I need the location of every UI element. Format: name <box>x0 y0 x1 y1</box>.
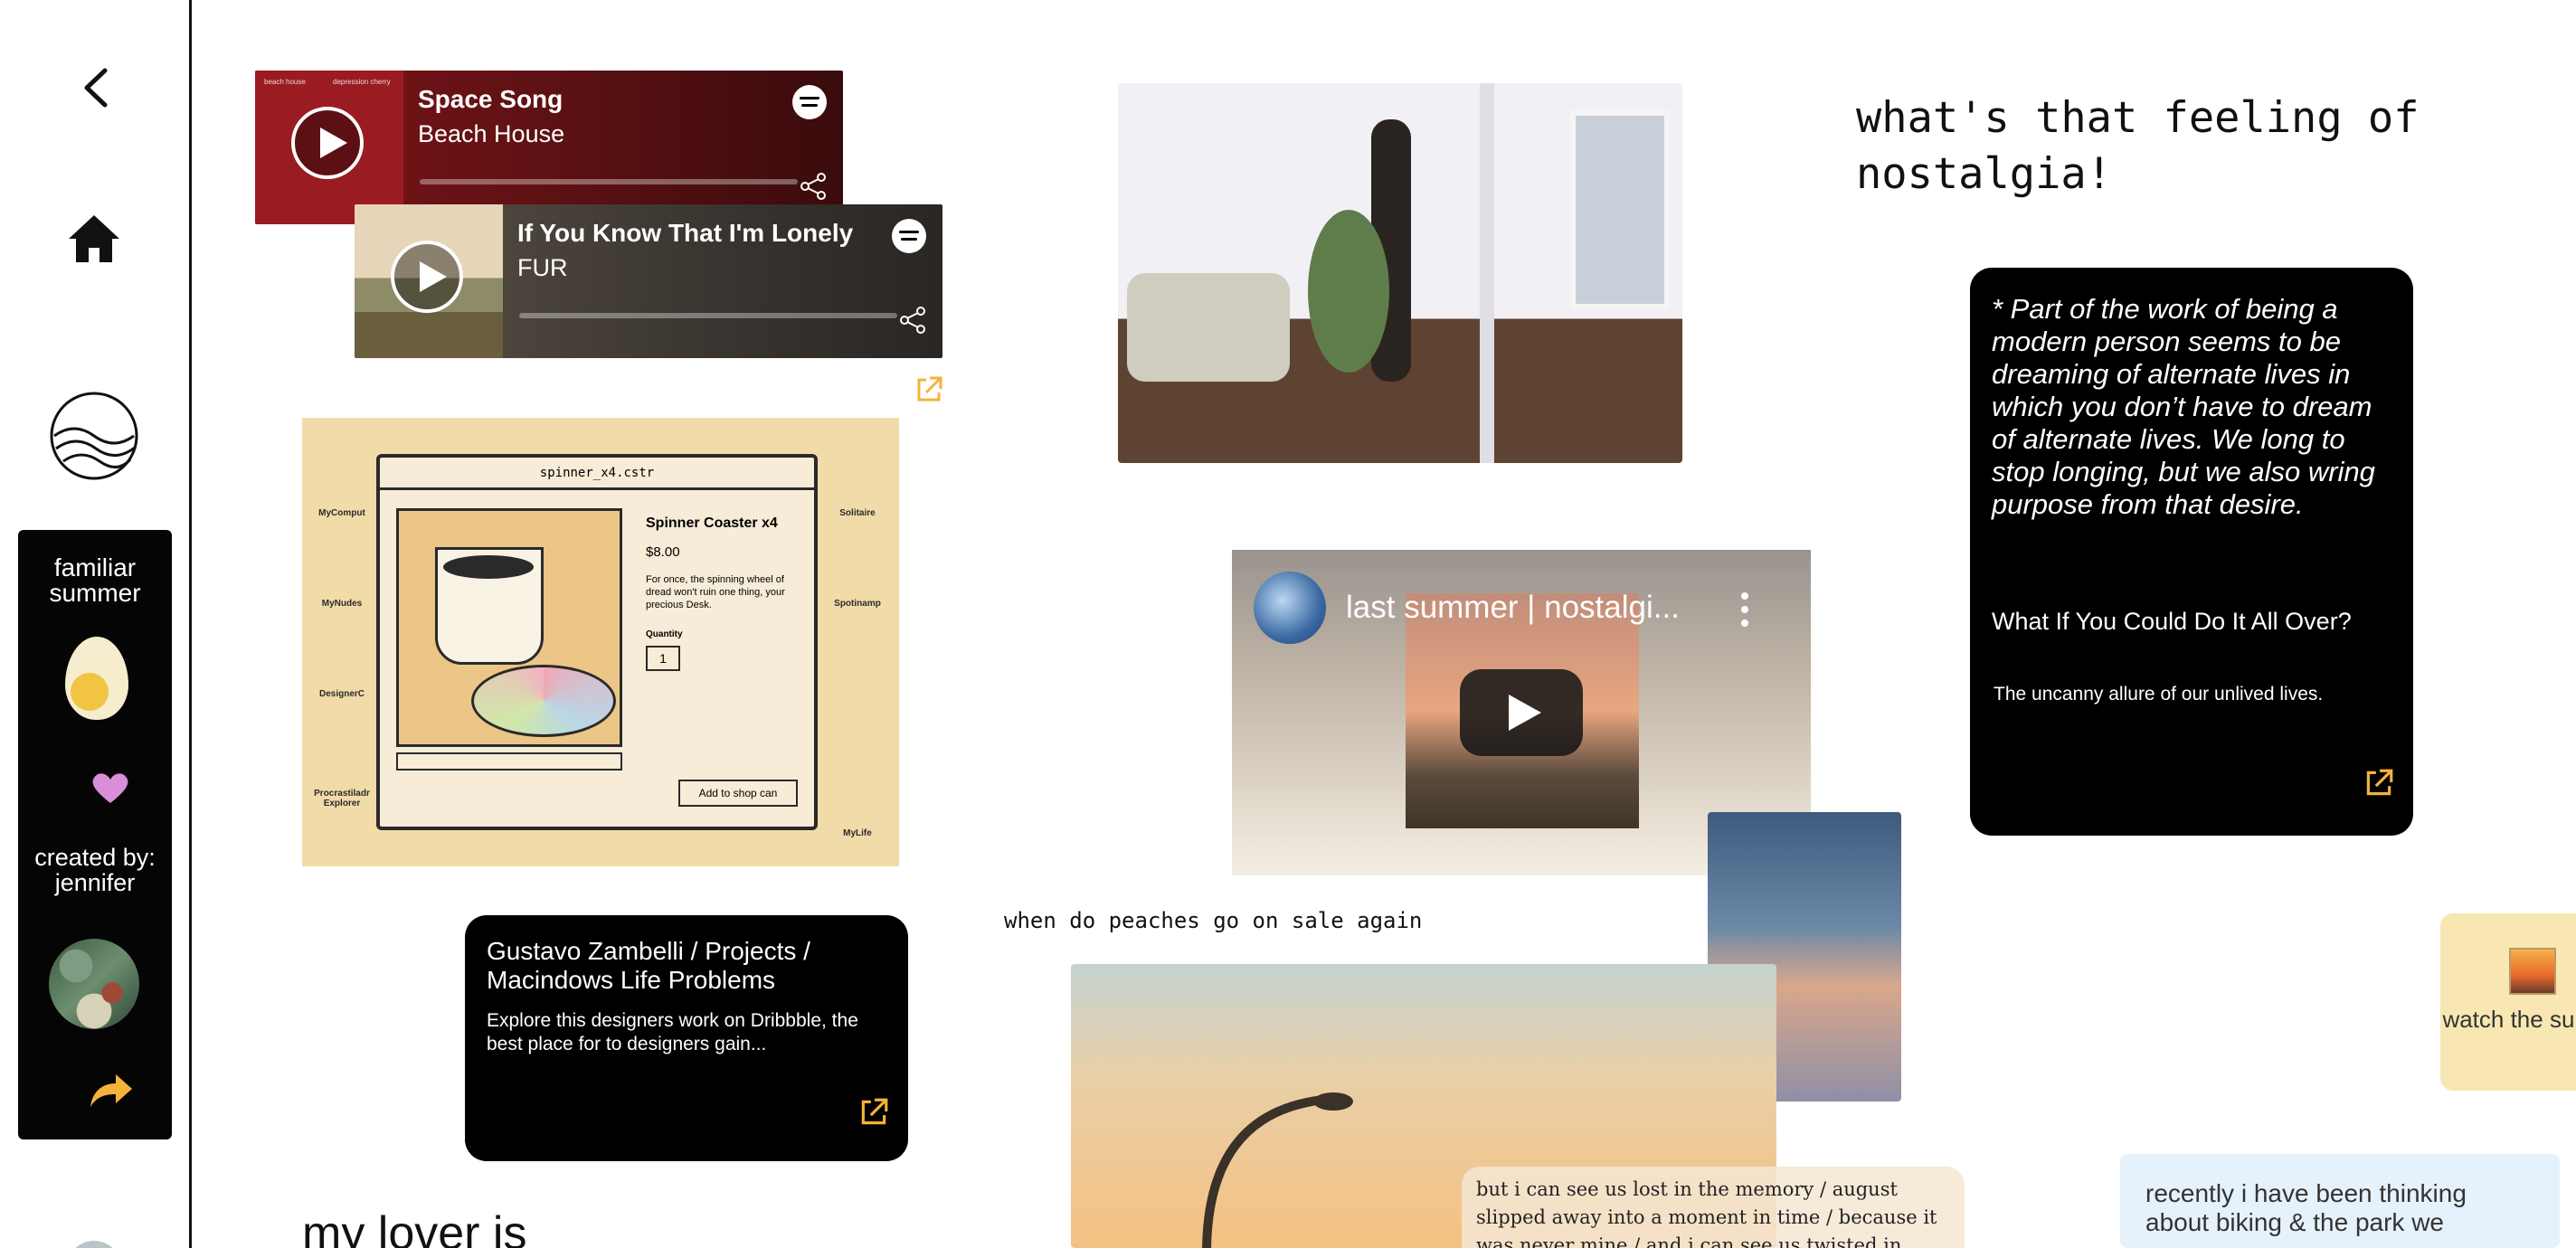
board-title: familiar summer <box>49 553 141 607</box>
track-progress-bar[interactable] <box>519 313 897 318</box>
sunset-note-text: watch the sunset <box>2442 1006 2576 1033</box>
quote-text: * Part of the work of being a modern per… <box>1992 293 2375 520</box>
quantity-label: Quantity <box>646 629 683 639</box>
album-caption-left: beach house <box>264 78 306 86</box>
profile-panel: familiar summer created by: jennifer <box>18 530 172 1139</box>
lover-text: my lover is <box>302 1207 527 1248</box>
window-scrollbar <box>396 752 622 771</box>
window-title: spinner_x4.cstr <box>380 458 814 490</box>
spotify-icon[interactable] <box>792 85 827 119</box>
room-photo[interactable] <box>1118 83 1682 463</box>
desktop-icon-label: MyComput <box>318 508 365 518</box>
article-title: What If You Could Do It All Over? <box>1992 608 2352 635</box>
desktop-icon-label: MyLife <box>843 828 872 838</box>
youtube-play-icon[interactable] <box>1460 669 1583 756</box>
product-image <box>396 508 622 747</box>
track-artist: FUR <box>517 254 568 281</box>
album-art: beach house depression cherry <box>255 71 403 224</box>
egg-avatar[interactable] <box>65 637 128 720</box>
product-price: $8.00 <box>646 544 680 560</box>
streetlamp-illustration <box>1202 1092 1353 1248</box>
creator-avatar[interactable] <box>49 939 139 1029</box>
heart-icon[interactable] <box>90 771 130 805</box>
home-icon[interactable] <box>67 213 121 264</box>
desktop-icon-label: DesignerC <box>318 689 365 699</box>
spotify-embed-space-song[interactable]: beach house depression cherry Space Song… <box>255 71 843 224</box>
quantity-value: 1 <box>646 646 680 671</box>
product-description: For once, the spinning wheel of dread wo… <box>646 574 785 610</box>
video-title[interactable]: last summer | nostalgi... <box>1346 590 1680 626</box>
page-heading: what's that feeling of nostalgia! <box>1856 93 2420 199</box>
wave-logo-icon[interactable] <box>49 391 139 481</box>
track-artist: Beach House <box>418 120 565 147</box>
spotify-icon[interactable] <box>892 219 926 253</box>
share-arrow-icon[interactable] <box>89 1073 134 1109</box>
sunset-note[interactable]: watch the sunset <box>2440 913 2576 1091</box>
track-title: Space Song <box>418 85 564 113</box>
dribbble-link-card[interactable]: Gustavo Zambelli / Projects / Macindows … <box>465 915 908 1161</box>
quote-link-card[interactable]: * Part of the work of being a modern per… <box>1970 268 2413 836</box>
external-link-icon[interactable] <box>914 374 944 405</box>
desktop-icon-label: Procrastiladr Explorer <box>314 789 370 808</box>
play-icon[interactable] <box>391 241 463 313</box>
more-dots-icon[interactable] <box>1740 591 1749 628</box>
link-title: Gustavo Zambelli / Projects / Macindows … <box>487 937 810 994</box>
mug-illustration <box>435 547 544 665</box>
desktop-icon-label: Spotinamp <box>834 599 881 609</box>
product-window: spinner_x4.cstr Spinner Coaster x4 $8.00… <box>376 454 818 830</box>
share-icon[interactable] <box>800 172 827 201</box>
album-art <box>355 204 503 358</box>
channel-avatar[interactable] <box>1254 572 1326 644</box>
back-chevron-icon[interactable] <box>78 65 114 110</box>
album-caption-right: depression cherry <box>333 78 391 86</box>
external-link-icon[interactable] <box>2363 767 2395 799</box>
link-description: Explore this designers work on Dribbble,… <box>487 1010 858 1054</box>
created-by-label: created by: jennifer <box>34 844 156 896</box>
add-to-cart-button: Add to shop can <box>678 780 798 807</box>
desktop-icon-label: MyNudes <box>321 599 363 609</box>
external-link-icon[interactable] <box>857 1096 890 1129</box>
spotify-embed-fur[interactable]: If You Know That I'm Lonely FUR <box>355 204 942 358</box>
track-progress-bar[interactable] <box>420 179 798 184</box>
desktop-icon-label: Solitaire <box>839 508 876 518</box>
product-title: Spinner Coaster x4 <box>646 515 778 531</box>
share-icon[interactable] <box>899 306 926 335</box>
thought-note[interactable]: recently i have been thinking about biki… <box>2120 1154 2560 1248</box>
desktop-collage-image[interactable]: MyComput MyNudes DesignerC Procrastiladr… <box>302 418 899 866</box>
lyric-text: but i can see us lost in the memory / au… <box>1462 1167 1965 1248</box>
peach-note-text: when do peaches go on sale again <box>1004 908 1423 933</box>
article-subtitle: The uncanny allure of our unlived lives. <box>1994 684 2324 704</box>
sunset-emoji-icon <box>2509 948 2556 995</box>
coaster-illustration <box>471 665 616 737</box>
track-title: If You Know That I'm Lonely <box>517 219 854 247</box>
play-icon[interactable] <box>291 107 364 179</box>
sidebar: familiar summer created by: jennifer <box>0 0 192 1248</box>
partial-avatar[interactable] <box>67 1241 121 1248</box>
board-canvas: beach house depression cherry Space Song… <box>195 0 2576 1248</box>
